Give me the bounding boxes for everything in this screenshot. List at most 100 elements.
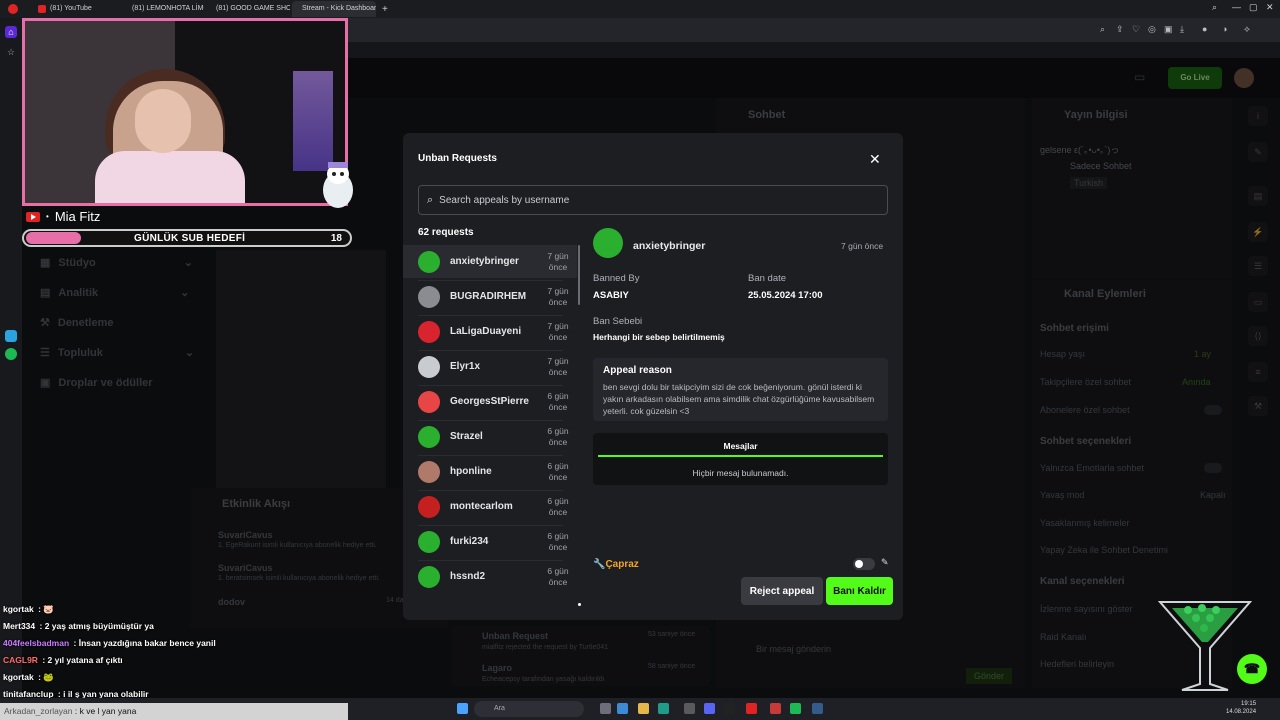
tab-kick-dashboard[interactable]: Stream - Kick Dashboard [292, 1, 376, 17]
request-row[interactable]: anxietybringer 7 gün önce [403, 245, 577, 278]
windows-start-icon[interactable] [457, 703, 468, 714]
maximize-icon[interactable]: ▢ [1249, 2, 1258, 13]
request-time: 7 gün önce [547, 285, 569, 307]
appeal-detail: anxietybringer 7 gün önce Banned By ASAB… [593, 228, 893, 613]
divider [418, 280, 563, 281]
request-time: 6 gün önce [547, 495, 569, 517]
request-username: GeorgesStPierre [450, 396, 529, 407]
divider [418, 490, 563, 491]
profile-icon[interactable]: ● [1202, 24, 1207, 34]
avatar [418, 355, 440, 378]
chat-text: 🐸 [43, 672, 54, 682]
minimize-icon[interactable]: — [1232, 2, 1241, 12]
new-tab-button[interactable]: + [382, 4, 388, 15]
download-icon[interactable]: ⤓ [1180, 24, 1184, 35]
telegram-icon[interactable] [5, 330, 17, 342]
tab-youtube[interactable]: (81) YouTube [32, 1, 120, 17]
avatar [418, 530, 440, 553]
request-row[interactable]: Elyr1x 7 gün önce [403, 350, 577, 383]
sub-goal-value: 18 [330, 233, 342, 244]
request-username: furki234 [450, 536, 489, 547]
widgets-icon[interactable] [617, 703, 628, 714]
messages-empty: Hiçbir mesaj bulunamadı. [692, 468, 789, 478]
request-row[interactable]: BUGRADIRHEM 7 gün önce [403, 280, 577, 313]
request-row[interactable]: furki234 6 gün önce [403, 525, 577, 558]
appeal-reason-box: Appeal reason ben sevgi dolu bir takipci… [593, 358, 888, 421]
zoom-icon[interactable]: ⌕ [1100, 24, 1105, 35]
spotify-icon[interactable] [5, 348, 17, 360]
browser-logo-icon[interactable] [8, 4, 18, 14]
appeal-reason-title: Appeal reason [603, 365, 672, 376]
request-time: 6 gün önce [547, 425, 569, 447]
app-icon[interactable] [684, 703, 695, 714]
reject-appeal-button[interactable]: Reject appeal [741, 577, 823, 605]
search-input[interactable] [439, 194, 870, 206]
sub-goal-bar: GÜNLÜK SUB HEDEFİ 18 [22, 229, 352, 247]
request-row[interactable]: GeorgesStPierre 6 gün önce [403, 385, 577, 418]
close-window-icon[interactable]: ✕ [1266, 2, 1274, 13]
request-row[interactable]: Strazel 6 gün önce [403, 420, 577, 453]
avatar [418, 320, 440, 343]
request-count: 62 requests [418, 227, 474, 238]
ban-date-label: Ban date [748, 273, 787, 284]
pencil-icon[interactable]: ✎ [881, 557, 889, 568]
ticker-message: Arkadan_zorlayan : k ve l yan yana [4, 706, 137, 716]
appeal-username: anxietybringer [633, 240, 706, 252]
dot-icon: • [46, 212, 49, 221]
request-row[interactable]: LaLigaDuayeni 7 gün önce [403, 315, 577, 348]
avatar [418, 460, 440, 483]
tab-good-game-show[interactable]: (81) GOOD GAME SHOW [206, 1, 290, 17]
request-row[interactable]: hponline 6 gün önce [403, 455, 577, 488]
spotify-icon[interactable] [790, 703, 801, 714]
chat-text: 2 yıl yatana af çıktı [47, 655, 123, 665]
opera-icon[interactable] [746, 703, 757, 714]
chat-separator: : [39, 655, 48, 665]
home-icon[interactable]: ⌂ [5, 26, 17, 38]
capraz-link[interactable]: 🔧Çapraz [593, 559, 639, 570]
unban-button[interactable]: Banı Kaldır [826, 577, 893, 605]
bookmark-icon[interactable]: ♡ [1132, 24, 1140, 35]
chat-message: 404feelsbadman : İnsan yazdığına bakar b… [3, 638, 216, 648]
share-icon[interactable]: ⇪ [1116, 24, 1124, 35]
capraz-toggle[interactable] [853, 558, 875, 570]
chat-text: 2 yaş atmış büyümüştür ya [44, 621, 154, 631]
tab-lemonhota[interactable]: (81) LEMONHOTA LİMON [122, 1, 204, 17]
support-button[interactable]: ☎ [1237, 654, 1267, 684]
task-view-icon[interactable] [600, 703, 611, 714]
app-icon[interactable] [770, 703, 781, 714]
settings-icon[interactable]: ◑ [1222, 24, 1227, 34]
tab-messages[interactable]: Mesajlar [593, 441, 888, 451]
search-field[interactable]: ⌕ [418, 185, 888, 215]
request-username: montecarlom [450, 501, 513, 512]
more-indicator [578, 603, 581, 606]
camera-icon[interactable]: ▣ [1164, 24, 1173, 35]
extensions-icon[interactable]: ◎ [1148, 24, 1156, 35]
star-icon[interactable]: ☆ [5, 46, 17, 58]
sub-goal-fill [26, 232, 81, 244]
request-time: 7 gün önce [547, 320, 569, 342]
request-row[interactable]: montecarlom 6 gün önce [403, 490, 577, 523]
request-row[interactable]: hssnd2 6 gün önce [403, 560, 577, 593]
banned-by-value: ASABIY [593, 290, 629, 301]
obs-icon[interactable] [724, 703, 735, 714]
chat-text: İnsan yazdığına bakar bence yanil [78, 638, 216, 648]
request-time: 7 gün önce [547, 250, 569, 272]
discord-icon[interactable] [704, 703, 715, 714]
request-time: 6 gün önce [547, 390, 569, 412]
edge-icon[interactable] [658, 703, 669, 714]
chat-message: kgortak : 🐷 [3, 604, 54, 615]
close-icon[interactable]: ✕ [869, 151, 881, 168]
chat-separator: : [71, 638, 79, 648]
chat-message: CAGL9R : 2 yıl yatana af çıktı [3, 655, 123, 665]
request-username: LaLigaDuayeni [450, 326, 522, 337]
request-list[interactable]: anxietybringer 7 gün önce BUGRADIRHEM 7 gün… [403, 245, 583, 609]
steam-icon[interactable] [812, 703, 823, 714]
chat-username: kgortak [3, 604, 34, 614]
scrollbar[interactable] [578, 245, 580, 305]
ai-icon[interactable]: ⟡ [1244, 24, 1250, 35]
sub-goal-label: GÜNLÜK SUB HEDEFİ [134, 233, 246, 244]
search-tabs-icon[interactable]: ⌕ [1212, 2, 1217, 13]
request-username: Strazel [450, 431, 483, 442]
taskbar-search[interactable]: Ara [474, 701, 584, 717]
explorer-icon[interactable] [638, 703, 649, 714]
